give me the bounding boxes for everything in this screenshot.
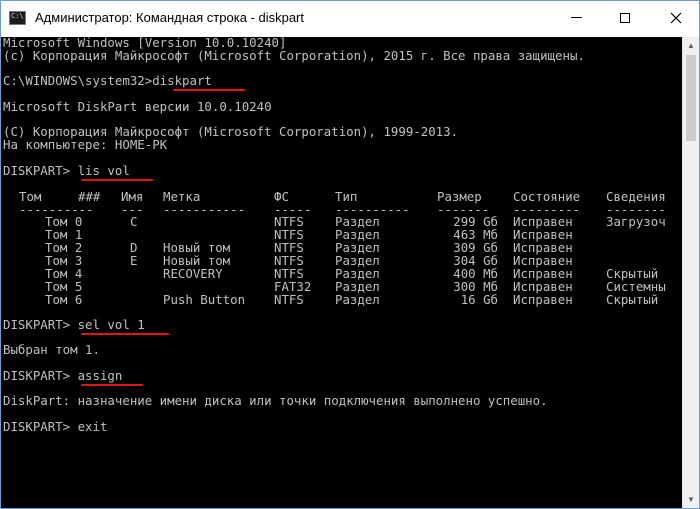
console-line: Выбран том 1. (3, 342, 100, 357)
column-separator: ----------- (163, 202, 246, 217)
volume-cell: RECOVERY (163, 266, 223, 281)
volume-cell: Скрытый (606, 292, 659, 307)
scrollbar-thumb[interactable] (686, 55, 696, 141)
console-line: C:\WINDOWS\system32>diskpart (3, 73, 212, 88)
volume-cell: Том 6 (45, 292, 83, 307)
volume-cell: C (130, 214, 138, 229)
command-prompt-window: C:\ Администратор: Командная строка - di… (0, 0, 700, 509)
minimize-icon (570, 17, 582, 18)
diskpart-command-underline (173, 89, 245, 91)
minimize-button[interactable] (553, 1, 599, 34)
cmd-app-icon[interactable]: C:\ (9, 11, 26, 25)
scroll-down-arrow-icon[interactable]: ▼ (683, 491, 699, 508)
sel-vol-command-underline (81, 333, 169, 335)
console-line: (c) Корпорация Майкрософт (Microsoft Cor… (3, 48, 585, 63)
volume-cell: NTFS (274, 292, 304, 307)
app-icon-label: C:\ (11, 12, 24, 20)
console-output[interactable]: Microsoft Windows [Version 10.0.10240] (… (1, 37, 682, 508)
maximize-button[interactable] (602, 1, 648, 34)
scroll-up-arrow-icon[interactable]: ▲ (683, 37, 699, 54)
title-bar[interactable]: C:\ Администратор: Командная строка - di… (1, 1, 699, 37)
volume-cell: E (130, 253, 138, 268)
console-line: На компьютере: HOME-PK (3, 137, 168, 152)
close-button[interactable] (653, 1, 699, 34)
console-line: DISKPART> sel vol 1 (3, 317, 145, 332)
volume-cell: Раздел (335, 292, 380, 307)
console-line: DISKPART> assign (3, 368, 123, 383)
volume-cell: Загрузоч (606, 214, 666, 229)
volume-cell: Push Button (163, 292, 246, 307)
maximize-icon (620, 12, 630, 23)
volume-cell: 16 Gб (460, 292, 498, 307)
vertical-scrollbar[interactable]: ▲ ▼ (682, 37, 699, 508)
close-icon (670, 12, 682, 23)
console-line: DISKPART> exit (3, 419, 108, 434)
assign-command-underline (81, 384, 143, 386)
console-line: DiskPart: назначение имени диска или точ… (3, 393, 548, 408)
console-line: Microsoft DiskPart версии 10.0.10240 (3, 99, 272, 114)
window-title: Администратор: Командная строка - diskpa… (35, 10, 305, 25)
console-line: DISKPART> lis vol (3, 163, 130, 178)
lis-vol-command-underline (81, 179, 153, 181)
volume-cell: Исправен (513, 292, 573, 307)
